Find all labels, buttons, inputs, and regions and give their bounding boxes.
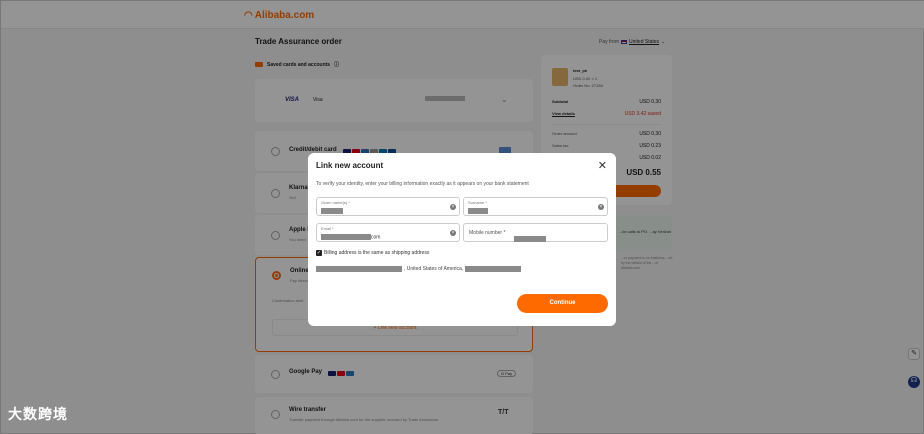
billing-same-checkbox[interactable]: ✓ [316,250,322,256]
redacted-text [321,234,371,240]
close-icon[interactable]: ✕ [598,159,607,172]
surname-label: Surname * [468,200,487,205]
mobile-number-field[interactable]: Mobile number * [463,223,608,242]
modal-title: Link new account [316,161,384,170]
continue-button[interactable]: Continue [517,294,608,313]
surname-field[interactable]: Surname * × [463,197,608,216]
email-label: Email * [321,226,334,231]
given-names-field[interactable]: Given name(s) * × [316,197,460,216]
email-value: com [321,234,380,240]
clear-icon[interactable]: × [450,204,456,210]
redacted-text [514,235,546,242]
redacted-text [468,208,488,214]
clear-icon[interactable]: × [450,230,456,236]
redacted-text [465,266,522,272]
given-names-label: Given name(s) * [321,200,350,205]
billing-same-label: Billing address is the same as shipping … [324,250,430,256]
email-suffix: com [371,234,381,241]
mobile-number-value [514,230,546,248]
link-account-modal: Link new account ✕ To verify your identi… [308,153,616,326]
address-country: , United States of America, [404,266,464,272]
redacted-text [321,208,343,214]
given-names-value [321,208,343,214]
watermark-text: 大数跨境 [8,406,68,422]
email-field[interactable]: Email * com × [316,223,460,242]
modal-instruction: To verify your identity, enter your bill… [316,181,529,187]
watermark-logo: 大数跨境 [8,404,68,424]
clear-icon[interactable]: × [598,204,604,210]
redacted-text [316,266,402,272]
mobile-number-label: Mobile number * [469,230,506,236]
surname-value [468,208,488,214]
billing-address: , United States of America, [316,266,522,272]
